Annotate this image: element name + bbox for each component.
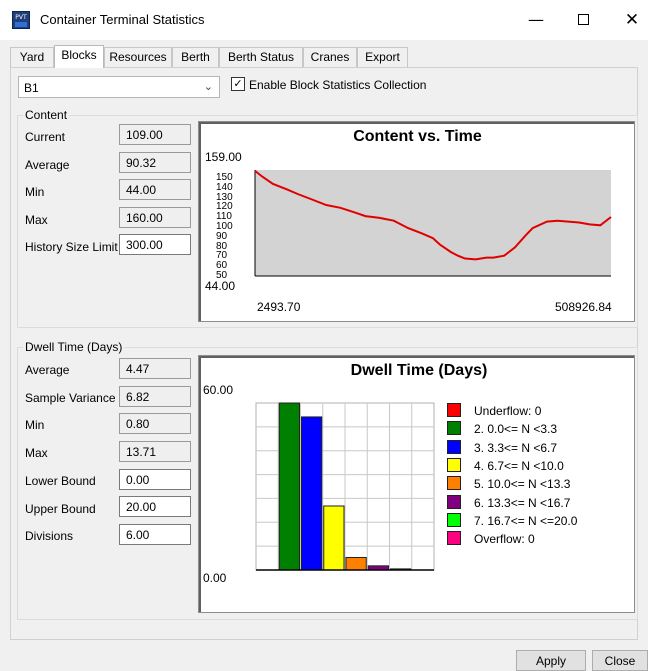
apply-button[interactable]: Apply [516, 650, 586, 671]
block-select[interactable]: B1 ⌄ [18, 76, 220, 98]
title-bar: PVT Container Terminal Statistics — ✕ [0, 0, 648, 40]
enable-stats-checkbox[interactable]: ✓ [231, 77, 245, 91]
tab-yard[interactable]: Yard [10, 47, 54, 67]
histogram-bar [345, 556, 367, 571]
legend-swatch [447, 512, 461, 527]
dwell-min-label: Min [25, 418, 45, 432]
dwell-variance-value: 6.82 [119, 386, 191, 407]
content-current-label: Current [25, 130, 66, 144]
legend-swatch [447, 403, 461, 417]
legend-swatch [447, 439, 461, 454]
content-current-value: 109.00 [119, 124, 191, 145]
enable-stats-label[interactable]: Enable Block Statistics Collection [249, 78, 426, 92]
divisions-label: Divisions [25, 529, 74, 543]
chevron-down-icon: ⌄ [203, 80, 213, 93]
legend-label: 3. 3.3<= N <6.7 [474, 440, 558, 455]
content-average-label: Average [25, 158, 70, 172]
histogram-bar [278, 402, 300, 571]
legend-label: Underflow: 0 [474, 404, 542, 418]
tab-export[interactable]: Export [357, 47, 408, 67]
app-logo-icon: PVT [12, 11, 30, 29]
content-average-value: 90.32 [119, 152, 191, 173]
dwell-group-label: Dwell Time (Days) [23, 340, 125, 354]
tab-berth-status[interactable]: Berth Status [219, 47, 303, 67]
dwell-plot [255, 402, 435, 571]
content-chart: Content vs. Time 159.00 44.00 2493.70 50… [198, 121, 635, 322]
close-window-button[interactable]: ✕ [620, 8, 644, 32]
legend-label: Overflow: 0 [474, 532, 535, 547]
upper-bound-label: Upper Bound [25, 502, 96, 516]
legend-label: 2. 0.0<= N <3.3 [474, 422, 558, 437]
legend-swatch [447, 494, 461, 509]
dwell-max-label: Max [25, 446, 48, 460]
histogram-bar [323, 505, 345, 571]
dwell-min-value: 0.80 [119, 413, 191, 434]
content-plot [254, 170, 612, 277]
dwell-chart: Dwell Time (Days) 60.00 0.00 Underflow: … [198, 355, 635, 613]
divisions-input[interactable]: 6.00 [119, 524, 191, 545]
legend-swatch [447, 531, 461, 546]
window-title: Container Terminal Statistics [40, 12, 205, 27]
content-min-label: Min [25, 185, 45, 199]
lower-bound-input[interactable]: 0.00 [119, 469, 191, 490]
history-size-limit-input[interactable]: 300.00 [119, 234, 191, 255]
lower-bound-label: Lower Bound [25, 474, 96, 488]
block-select-value: B1 [24, 81, 39, 95]
dwell-max-value: 13.71 [119, 441, 191, 462]
tab-resources[interactable]: Resources [104, 47, 172, 67]
legend-swatch [447, 457, 461, 472]
content-min-value: 44.00 [119, 179, 191, 200]
dwell-average-value: 4.47 [119, 358, 191, 379]
histogram-bar [301, 416, 323, 571]
content-max-label: Max [25, 213, 48, 227]
close-button[interactable]: Close [592, 650, 648, 671]
dwell-variance-label: Sample Variance [25, 391, 116, 405]
maximize-button[interactable] [571, 8, 595, 32]
minimize-button[interactable]: — [524, 8, 548, 32]
tab-berth[interactable]: Berth [172, 47, 219, 67]
legend-swatch [447, 421, 461, 436]
legend-label: 4. 6.7<= N <10.0 [474, 458, 564, 473]
content-group-label: Content [23, 108, 70, 122]
legend-swatch [447, 476, 461, 491]
tab-cranes[interactable]: Cranes [303, 47, 357, 67]
content-max-value: 160.00 [119, 207, 191, 228]
plot-background [255, 170, 611, 276]
legend-label: 6. 13.3<= N <16.7 [474, 495, 571, 510]
legend-label: 7. 16.7<= N <=20.0 [474, 513, 578, 528]
history-size-limit-label: History Size Limit [25, 240, 118, 254]
dwell-average-label: Average [25, 363, 70, 377]
tab-blocks[interactable]: Blocks [54, 45, 104, 68]
legend-label: 5. 10.0<= N <13.3 [474, 477, 571, 492]
upper-bound-input[interactable]: 20.00 [119, 496, 191, 517]
